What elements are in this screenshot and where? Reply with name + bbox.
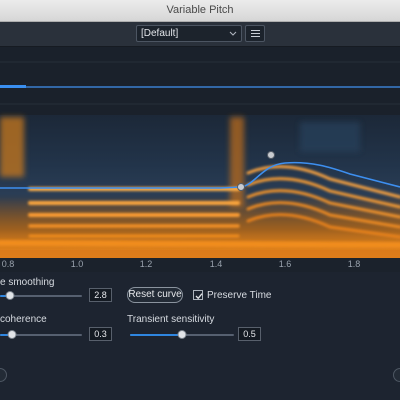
- smoothing-slider-handle[interactable]: [5, 291, 15, 300]
- coherence-slider[interactable]: [0, 330, 82, 339]
- time-tick: 0.8: [1, 259, 15, 269]
- transient-sensitivity-fill: [130, 334, 182, 336]
- time-ruler: 0.8 1.0 1.2 1.4 1.6 1.8: [0, 258, 400, 272]
- smoothing-slider[interactable]: [0, 291, 82, 300]
- time-tick: 1.8: [347, 259, 361, 269]
- smoothing-value[interactable]: 2.8: [89, 288, 112, 302]
- time-tick: 1.6: [278, 259, 292, 269]
- hamburger-menu-icon[interactable]: [245, 25, 265, 42]
- controls-panel: e smoothing 2.8 Reset curve Preserve Tim…: [0, 272, 400, 400]
- bottom-right-button[interactable]: [393, 368, 400, 382]
- preset-bar: [Default]: [0, 22, 400, 47]
- time-tick: 1.4: [209, 259, 223, 269]
- waveform-segment: [0, 85, 26, 88]
- transient-sensitivity-label: Transient sensitivity: [127, 314, 215, 325]
- pitch-display[interactable]: [0, 47, 400, 258]
- plugin-window: Variable Pitch [Default] 0.8 1.0 1.2 1.4…: [0, 0, 400, 400]
- checkmark-icon: [195, 293, 203, 300]
- transient-sensitivity-slider-handle[interactable]: [177, 330, 187, 339]
- bottom-left-button[interactable]: [0, 368, 7, 382]
- time-tick: 1.2: [139, 259, 153, 269]
- curve-control-point[interactable]: [267, 151, 275, 159]
- time-tick: 1.0: [70, 259, 84, 269]
- spectrogram-view[interactable]: [0, 47, 400, 258]
- title-bar: Variable Pitch: [0, 0, 400, 22]
- coherence-label: coherence: [0, 314, 47, 325]
- coherence-slider-handle[interactable]: [7, 330, 17, 339]
- window-title: Variable Pitch: [166, 4, 234, 16]
- reset-curve-button[interactable]: Reset curve: [127, 287, 183, 303]
- preset-value: [Default]: [141, 28, 179, 39]
- preserve-time-label: Preserve Time: [207, 290, 272, 301]
- coherence-value[interactable]: 0.3: [89, 327, 112, 341]
- transient-sensitivity-slider[interactable]: [130, 330, 234, 339]
- preset-dropdown[interactable]: [Default]: [136, 25, 242, 42]
- transient-sensitivity-value[interactable]: 0.5: [238, 327, 261, 341]
- chevron-down-icon: [229, 27, 237, 45]
- preserve-time-checkbox[interactable]: [193, 290, 203, 300]
- curve-control-point[interactable]: [237, 183, 245, 191]
- smoothing-label: e smoothing: [0, 277, 55, 288]
